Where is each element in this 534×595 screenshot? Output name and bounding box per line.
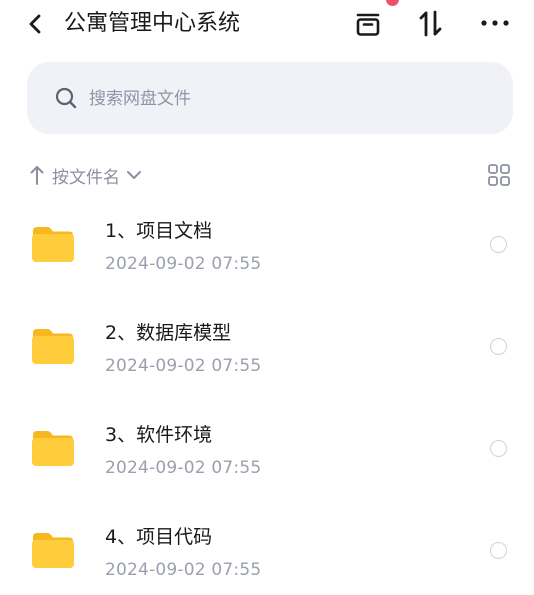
grid-view-button[interactable] <box>487 163 511 187</box>
notification-dot <box>386 0 399 6</box>
list-item[interactable]: 1、项目文档 2024-09-02 07:55 <box>0 200 534 302</box>
list-item[interactable]: 2、数据库模型 2024-09-02 07:55 <box>0 302 534 404</box>
folder-icon <box>32 329 74 364</box>
grid-view-icon <box>488 164 510 186</box>
page-title: 公寓管理中心系统 <box>64 11 241 36</box>
folder-icon <box>32 431 74 466</box>
archive-button[interactable] <box>351 6 385 40</box>
select-radio[interactable] <box>490 542 507 559</box>
folder-icon <box>32 533 74 568</box>
more-horizontal-icon <box>481 20 509 26</box>
search-icon <box>55 87 77 109</box>
file-date: 2024-09-02 07:55 <box>105 458 262 478</box>
top-bar: 公寓管理中心系统 <box>0 0 534 50</box>
select-radio[interactable] <box>490 440 507 457</box>
list-item[interactable]: 4、项目代码 2024-09-02 07:55 <box>0 506 534 595</box>
file-name: 1、项目文档 <box>105 220 213 242</box>
file-name: 4、项目代码 <box>105 526 213 548</box>
search-bar[interactable] <box>27 62 513 134</box>
chevron-left-icon <box>29 14 41 34</box>
file-name: 2、数据库模型 <box>105 322 232 344</box>
back-button[interactable] <box>22 9 50 39</box>
archive-box-icon <box>356 13 380 36</box>
search-input[interactable] <box>87 84 491 114</box>
file-name: 3、软件环境 <box>105 424 213 446</box>
sort-order-button[interactable] <box>414 6 448 40</box>
more-options-button[interactable] <box>478 6 512 40</box>
sort-selector[interactable]: 按文件名 <box>28 160 142 190</box>
select-radio[interactable] <box>490 236 507 253</box>
arrow-up-icon <box>30 166 44 185</box>
folder-icon <box>32 227 74 262</box>
file-date: 2024-09-02 07:55 <box>105 356 262 376</box>
swap-vertical-icon <box>419 10 442 37</box>
file-browser-page: 公寓管理中心系统 搜索网盘文件 按文件名 1、项目文档 2024-09-02 0… <box>0 0 534 595</box>
select-radio[interactable] <box>490 338 507 355</box>
list-item[interactable]: 3、软件环境 2024-09-02 07:55 <box>0 404 534 506</box>
file-date: 2024-09-02 07:55 <box>105 254 262 274</box>
chevron-down-icon <box>127 171 141 179</box>
file-list: 1、项目文档 2024-09-02 07:55 2、数据库模型 2024-09-… <box>0 200 534 595</box>
file-date: 2024-09-02 07:55 <box>105 560 262 580</box>
sort-label: 按文件名 <box>52 167 120 188</box>
